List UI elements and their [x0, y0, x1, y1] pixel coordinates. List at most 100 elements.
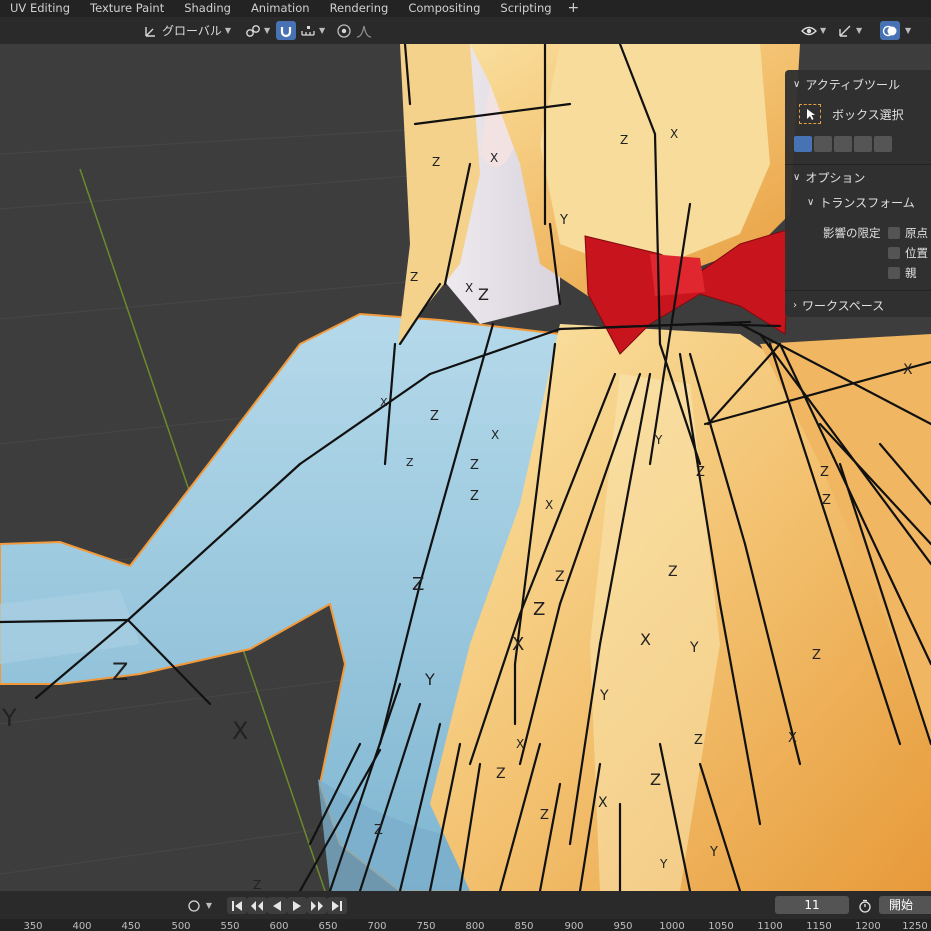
active-tool-row[interactable]: ボックス選択: [799, 104, 904, 124]
sidebar-panel: ∨ アクティブツール ボックス選択 ∨ オプション ∨ トランスフォーム 影響の…: [785, 70, 931, 317]
axis-label-x: X: [640, 630, 651, 649]
timeline-header: ▼ 11 開始: [0, 891, 931, 919]
timeline-ruler[interactable]: 350 400 450 500 550 600 650 700 750 800 …: [0, 919, 931, 931]
axis-label-y: Y: [689, 640, 699, 656]
tab-compositing[interactable]: Compositing: [398, 0, 490, 17]
proportional-editing-toggle[interactable]: [333, 21, 355, 40]
overlays-toggle[interactable]: [880, 21, 900, 40]
affect-locations-checkbox[interactable]: 位置: [888, 245, 928, 261]
ruler-label: 500: [171, 921, 191, 931]
axis-label-x: X: [380, 396, 388, 409]
checkbox[interactable]: [888, 267, 900, 279]
snap-target-dropdown[interactable]: ▼: [297, 21, 328, 40]
viewport-header: グローバル ▼ ▼ ▼ ▼ ▼ ▼: [0, 17, 931, 44]
axis-label-y: Y: [1, 704, 17, 732]
axis-label-y: Y: [424, 670, 435, 689]
jump-to-keyframe-next-button[interactable]: [307, 897, 327, 914]
axis-label-x: X: [670, 127, 678, 141]
play-icon: [293, 900, 301, 911]
axis-label-z: Z: [812, 648, 821, 663]
overlays-dropdown[interactable]: ▼: [902, 21, 914, 40]
active-tool-header[interactable]: ∨ アクティブツール: [793, 76, 900, 93]
pivot-point-dropdown[interactable]: ▼: [242, 21, 273, 40]
affect-origins-checkbox[interactable]: 原点: [888, 225, 928, 241]
axis-label-z: Z: [555, 569, 565, 585]
chevron-down-icon: ▼: [224, 26, 232, 35]
axis-label-z: Z: [253, 878, 261, 891]
axis-label-x: X: [512, 634, 524, 655]
axis-label-y: Y: [709, 845, 718, 860]
chevron-down-icon: ∨: [793, 172, 801, 183]
ruler-label: 600: [269, 921, 289, 931]
axis-label-y: Y: [654, 433, 663, 447]
affect-only-label: 影響の限定: [823, 226, 881, 240]
chevron-down-icon: ∨: [793, 79, 801, 90]
active-tool-title: アクティブツール: [805, 78, 901, 92]
jump-start-icon: [232, 900, 242, 911]
eye-icon: [801, 23, 817, 39]
overlay-icon: [882, 23, 898, 39]
tab-rendering[interactable]: Rendering: [320, 0, 399, 17]
affect-parents-checkbox[interactable]: 親: [888, 265, 917, 281]
tab-texture-paint[interactable]: Texture Paint: [80, 0, 174, 17]
current-frame-field[interactable]: 11: [775, 896, 849, 914]
ruler-label: 750: [416, 921, 436, 931]
play-reverse-icon: [273, 900, 281, 911]
axis-label-z: Z: [112, 658, 128, 686]
chevron-down-icon: ▼: [319, 26, 326, 35]
play-reverse-button[interactable]: [267, 897, 287, 914]
chevron-down-icon: ▼: [820, 26, 827, 35]
chevron-down-icon: ∨: [807, 197, 815, 208]
checkbox[interactable]: [888, 247, 900, 259]
select-intersect-button[interactable]: [874, 136, 892, 152]
select-subtract-button[interactable]: [834, 136, 852, 152]
start-frame-field[interactable]: 開始: [879, 896, 931, 914]
axis-label-z: Z: [432, 155, 440, 169]
keying-dropdown[interactable]: ▼: [180, 897, 218, 914]
select-extend-button[interactable]: [814, 136, 832, 152]
divider: [785, 290, 931, 291]
transform-orientation-dropdown[interactable]: グローバル ▼: [140, 21, 234, 40]
visibility-dropdown[interactable]: ▼: [798, 21, 829, 40]
axis-label-x: X: [545, 498, 553, 512]
transform-title: トランスフォーム: [819, 196, 915, 210]
axis-label-z: Z: [533, 599, 545, 620]
divider: [785, 164, 931, 165]
workspace-header[interactable]: › ワークスペース: [793, 297, 884, 314]
axis-label-y: Y: [559, 213, 568, 228]
jump-to-start-button[interactable]: [227, 897, 247, 914]
proportional-editing-icon: [336, 23, 352, 39]
add-workspace-button[interactable]: +: [562, 1, 586, 16]
axis-label-x: X: [465, 281, 473, 295]
jump-to-end-button[interactable]: [327, 897, 347, 914]
falloff-dropdown[interactable]: [353, 21, 375, 40]
tab-shading[interactable]: Shading: [174, 0, 241, 17]
tab-animation[interactable]: Animation: [241, 0, 320, 17]
gizmo-icon: [837, 23, 853, 39]
origins-label: 原点: [905, 226, 928, 240]
options-header[interactable]: ∨ オプション: [793, 169, 865, 186]
prev-keyframe-icon: [251, 900, 263, 911]
ruler-label: 1150: [806, 921, 832, 931]
link-icon: [245, 23, 261, 39]
axis-label-z: Z: [478, 285, 489, 304]
axis-label-z: Z: [540, 808, 549, 823]
axis-label-z: Z: [430, 409, 439, 424]
axis-label-z: Z: [406, 456, 414, 469]
select-new-button[interactable]: [794, 136, 812, 152]
select-invert-button[interactable]: [854, 136, 872, 152]
play-button[interactable]: [287, 897, 307, 914]
tab-uv-editing[interactable]: UV Editing: [0, 0, 80, 17]
snap-toggle[interactable]: [276, 21, 296, 40]
falloff-curve-icon: [356, 23, 372, 39]
ruler-label: 1000: [659, 921, 685, 931]
axis-label-y: Y: [599, 688, 609, 704]
stopwatch-icon[interactable]: [854, 897, 876, 914]
axis-label-z: Z: [620, 133, 628, 147]
jump-to-keyframe-prev-button[interactable]: [247, 897, 267, 914]
gizmo-toggle[interactable]: ▼: [834, 21, 865, 40]
transform-subheader[interactable]: ∨ トランスフォーム: [807, 194, 915, 211]
tab-scripting[interactable]: Scripting: [490, 0, 561, 17]
options-title: オプション: [805, 171, 866, 185]
checkbox[interactable]: [888, 227, 900, 239]
